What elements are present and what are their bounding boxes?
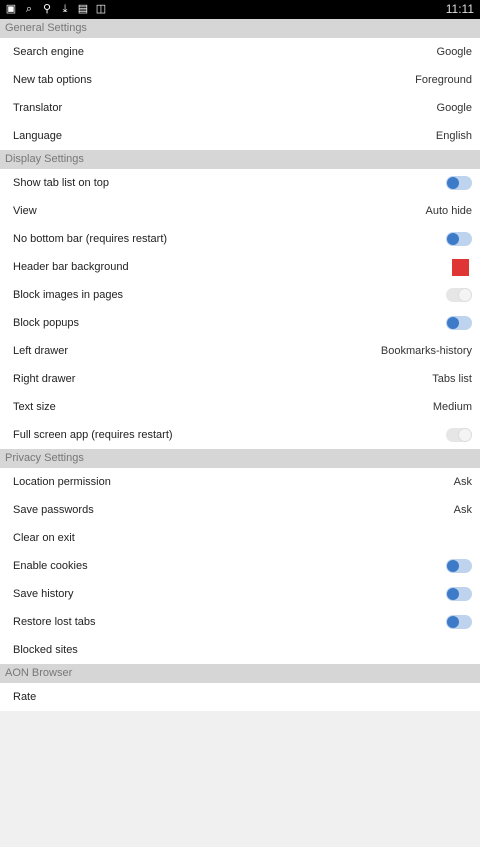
setting-row-language[interactable]: Language English (0, 122, 480, 150)
setting-row-restore-lost-tabs[interactable]: Restore lost tabs (0, 608, 480, 636)
status-time: 11:11 (445, 2, 474, 16)
setting-label: Show tab list on top (13, 177, 110, 189)
setting-label: Language (13, 130, 62, 142)
setting-label: No bottom bar (requires restart) (13, 233, 168, 245)
gallery-icon: ◫ (95, 3, 107, 15)
toggle-switch[interactable] (446, 316, 472, 330)
setting-label: Search engine (13, 46, 84, 58)
setting-row-save-passwords[interactable]: Save passwords Ask (0, 496, 480, 524)
setting-label: Enable cookies (13, 560, 88, 572)
setting-label: Full screen app (requires restart) (13, 429, 173, 441)
setting-label: Translator (13, 102, 63, 114)
setting-label: Clear on exit (13, 532, 75, 544)
setting-row-clear-on-exit[interactable]: Clear on exit (0, 524, 480, 552)
setting-label: Left drawer (13, 345, 69, 357)
setting-row-text-size[interactable]: Text size Medium (0, 393, 480, 421)
setting-row-show-tab-list-on-top[interactable]: Show tab list on top (0, 169, 480, 197)
setting-value: Ask (453, 476, 472, 488)
setting-row-block-images-in-pages[interactable]: Block images in pages (0, 281, 480, 309)
setting-label: Save passwords (13, 504, 94, 516)
setting-label: Text size (13, 401, 56, 413)
section-header-display-settings: Display Settings (0, 150, 480, 169)
color-swatch[interactable] (452, 258, 469, 276)
toggle-switch[interactable] (446, 559, 472, 573)
toggle-switch[interactable] (446, 615, 472, 629)
toggle-switch[interactable] (446, 232, 472, 246)
status-bar: ▣ ⌕ ⚲ ⤓ ▤ ◫ 11:11 (0, 0, 480, 19)
setting-label: Block images in pages (13, 289, 124, 301)
toggle-thumb (447, 317, 459, 329)
notification-icon: ▣ (5, 3, 17, 15)
search-icon: ⌕ (25, 3, 33, 15)
setting-label: Header bar background (13, 261, 129, 273)
setting-value: Foreground (415, 74, 472, 86)
setting-label: New tab options (13, 74, 92, 86)
toggle-thumb (447, 233, 459, 245)
setting-row-save-history[interactable]: Save history (0, 580, 480, 608)
setting-label: Block popups (13, 317, 80, 329)
toggle-switch[interactable] (446, 587, 472, 601)
setting-row-full-screen-app-requires-restart[interactable]: Full screen app (requires restart) (0, 421, 480, 449)
setting-row-header-bar-background[interactable]: Header bar background (0, 253, 480, 281)
setting-value: Ask (453, 504, 472, 516)
setting-row-translator[interactable]: Translator Google (0, 94, 480, 122)
setting-label: Rate (13, 691, 37, 703)
section-header-general-settings: General Settings (0, 19, 480, 38)
settings-list: General Settings Search engine Google New t… (0, 19, 480, 711)
setting-row-no-bottom-bar-requires-restart[interactable]: No bottom bar (requires restart) (0, 225, 480, 253)
status-icons: ▣ ⌕ ⚲ ⤓ ▤ ◫ (0, 4, 107, 15)
setting-row-enable-cookies[interactable]: Enable cookies (0, 552, 480, 580)
setting-row-left-drawer[interactable]: Left drawer Bookmarks-history (0, 337, 480, 365)
setting-label: Right drawer (13, 373, 76, 385)
setting-value: English (435, 130, 472, 142)
setting-value: Medium (432, 401, 472, 413)
setting-row-rate[interactable]: Rate (0, 683, 480, 711)
setting-label: Location permission (13, 476, 111, 488)
setting-row-new-tab-options[interactable]: New tab options Foreground (0, 66, 480, 94)
toggle-thumb (447, 588, 459, 600)
setting-value: Google (436, 46, 472, 58)
section-header-aon-browser: AON Browser (0, 664, 480, 683)
setting-row-blocked-sites[interactable]: Blocked sites (0, 636, 480, 664)
toggle-thumb (447, 560, 459, 572)
setting-value: Bookmarks-history (380, 345, 472, 357)
setting-row-view[interactable]: View Auto hide (0, 197, 480, 225)
setting-label: Save history (13, 588, 74, 600)
setting-value: Auto hide (425, 205, 472, 217)
setting-value: Google (436, 102, 472, 114)
usb-icon: ⚲ (42, 3, 52, 15)
toggle-thumb (459, 429, 471, 441)
setting-label: Restore lost tabs (13, 616, 96, 628)
setting-label: View (13, 205, 37, 217)
toggle-thumb (447, 616, 459, 628)
download-icon: ⤓ (62, 3, 68, 15)
setting-value: Tabs list (432, 373, 472, 385)
setting-row-block-popups[interactable]: Block popups (0, 309, 480, 337)
image-icon: ▤ (77, 3, 89, 15)
setting-row-search-engine[interactable]: Search engine Google (0, 38, 480, 66)
section-header-privacy-settings: Privacy Settings (0, 449, 480, 468)
toggle-thumb (459, 289, 471, 301)
toggle-thumb (447, 177, 459, 189)
setting-row-location-permission[interactable]: Location permission Ask (0, 468, 480, 496)
toggle-switch[interactable] (446, 288, 472, 302)
toggle-switch[interactable] (446, 176, 472, 190)
setting-label: Blocked sites (13, 644, 78, 656)
setting-row-right-drawer[interactable]: Right drawer Tabs list (0, 365, 480, 393)
toggle-switch[interactable] (446, 428, 472, 442)
